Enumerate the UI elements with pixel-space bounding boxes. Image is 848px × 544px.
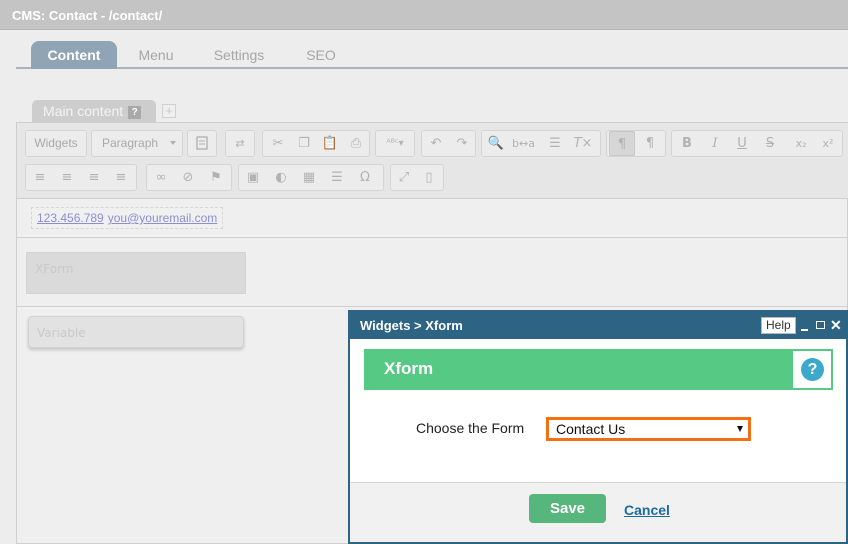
flash-icon[interactable]: ◐ [270,165,292,190]
spellcheck-group: ᴬᴮᶜ▾ [375,130,415,157]
tab-menu[interactable]: Menu [126,41,186,69]
cms-titlebar: CMS: Contact - /contact/ [0,0,848,30]
copy-icon[interactable]: ❐ [293,131,315,156]
underline-icon[interactable]: U [730,131,754,156]
print-icon[interactable]: ⎙ [345,131,367,156]
anchor-icon[interactable]: ⚑ [205,165,227,190]
close-icon[interactable]: ✕ [830,316,842,334]
cut-icon[interactable]: ✂ [267,131,289,156]
link-icon[interactable]: ∞ [150,165,172,190]
tab-settings[interactable]: Settings [202,41,276,69]
xform-dialog: Widgets > Xform Help ✕ Xform ? Choose th… [348,310,848,544]
image-icon[interactable]: ▣ [242,165,264,190]
help-button[interactable]: Help [761,317,796,334]
tools-group: ⤢ ▯ [390,164,444,191]
spellcheck-icon[interactable]: ᴬᴮᶜ▾ [378,131,412,156]
rtl-icon[interactable]: ¶ [637,131,663,156]
select-all-icon[interactable]: ☰ [544,131,566,156]
divider [17,306,848,307]
find-icon[interactable]: 🔍 [485,131,507,156]
undo-icon[interactable]: ↶ [425,131,447,156]
main-tabs: Content Menu Settings SEO [16,40,848,69]
question-icon: ? [801,358,824,381]
widgets-button[interactable]: Widgets [26,131,86,156]
align-group: ≡ ≡ ≡ ≡ [25,164,137,191]
strike-icon[interactable]: S [758,131,782,156]
tab-seo[interactable]: SEO [296,41,346,69]
phone-link[interactable]: 123.456.789 [37,211,104,225]
subscript-icon[interactable]: x₂ [789,131,813,156]
paste-icon[interactable]: 📋 [319,131,341,156]
variable-widget-label: Variable [37,326,86,340]
tab-main-content[interactable]: Main content? [32,100,156,122]
spell-direction-icon[interactable]: ⇄ [228,131,252,156]
special-char-icon[interactable]: Ω [354,165,376,190]
basic-styles-group: B I U S x₂ x² [671,130,843,157]
rtl-glyph: ¶ [645,136,655,151]
form-select-value: Contact Us [556,421,626,437]
unlink-icon[interactable]: ⊘ [177,165,199,190]
show-blocks-icon[interactable]: ▯ [418,165,440,190]
horizontal-rule-icon[interactable]: ☰ [326,165,348,190]
replace-icon[interactable]: b↔a [512,131,535,156]
italic-icon[interactable]: I [703,131,727,156]
divider [17,237,848,238]
templates-icon[interactable] [190,131,214,156]
align-left-icon[interactable]: ≡ [29,165,51,190]
insert-group: ▣ ◐ ▦ ☰ Ω [238,164,384,191]
bold-icon[interactable]: B [675,131,699,156]
xform-widget-label: XForm [35,262,74,276]
cancel-link[interactable]: Cancel [624,502,670,518]
help-icon[interactable]: ? [128,106,142,119]
dialog-title: Widgets > Xform [360,318,463,333]
widgets-group: Widgets [25,130,87,157]
form-select[interactable]: Contact Us [546,417,751,441]
link-group: ∞ ⊘ ⚑ [146,164,232,191]
redo-icon[interactable]: ↷ [451,131,473,156]
email-link[interactable]: you@youremail.com [108,211,218,225]
dialog-footer: Save Cancel [350,482,846,542]
section-help-button[interactable]: ? [792,350,832,389]
undo-group: ↶ ↷ [421,130,476,157]
maximize-icon[interactable] [816,321,825,329]
clipboard-group: ✂ ❐ 📋 ⎙ [262,130,370,157]
table-icon[interactable]: ▦ [298,165,320,190]
variable-widget-block[interactable]: Variable [28,316,244,348]
cms-window-title: CMS: Contact - /contact/ [12,8,163,23]
save-button[interactable]: Save [529,494,606,523]
direction-group: ⇄ [225,130,255,157]
section-title: Xform [384,359,434,378]
paragraph-format-select[interactable]: Paragraph [92,131,182,156]
dialog-titlebar[interactable]: Widgets > Xform Help ✕ [350,312,846,339]
contact-info: 123.456.789 you@youremail.com [31,207,223,229]
find-group: 🔍 b↔a ☰ T× [481,130,601,157]
align-center-icon[interactable]: ≡ [56,165,78,190]
xform-widget-block[interactable]: XForm [26,252,246,294]
ltr-icon[interactable]: ¶ [609,131,635,156]
bidi-group: ¶ ¶ [606,130,666,157]
form-select-label: Choose the Form [416,420,525,436]
paragraph-format-value: Paragraph [102,136,159,150]
templates-group [187,130,217,157]
main-content-label: Main content [43,103,124,119]
justify-icon[interactable]: ≡ [110,165,132,190]
editor-toolbar: Widgets Paragraph ⇄ ✂ ❐ 📋 ⎙ ᴬᴮᶜ▾ ↶ ↷ 🔍 b… [17,123,848,199]
chevron-down-icon [170,141,176,145]
tab-content[interactable]: Content [31,41,117,69]
maximize-icon[interactable]: ⤢ [393,165,415,190]
dropdown-arrow-icon [737,426,743,432]
remove-format-icon[interactable]: T× [572,131,594,156]
ltr-glyph: ¶ [617,137,627,152]
section-header: Xform ? [364,349,833,390]
align-right-icon[interactable]: ≡ [83,165,105,190]
add-tab-button[interactable]: + [162,104,176,118]
superscript-icon[interactable]: x² [816,131,840,156]
format-group: Paragraph [91,130,183,157]
